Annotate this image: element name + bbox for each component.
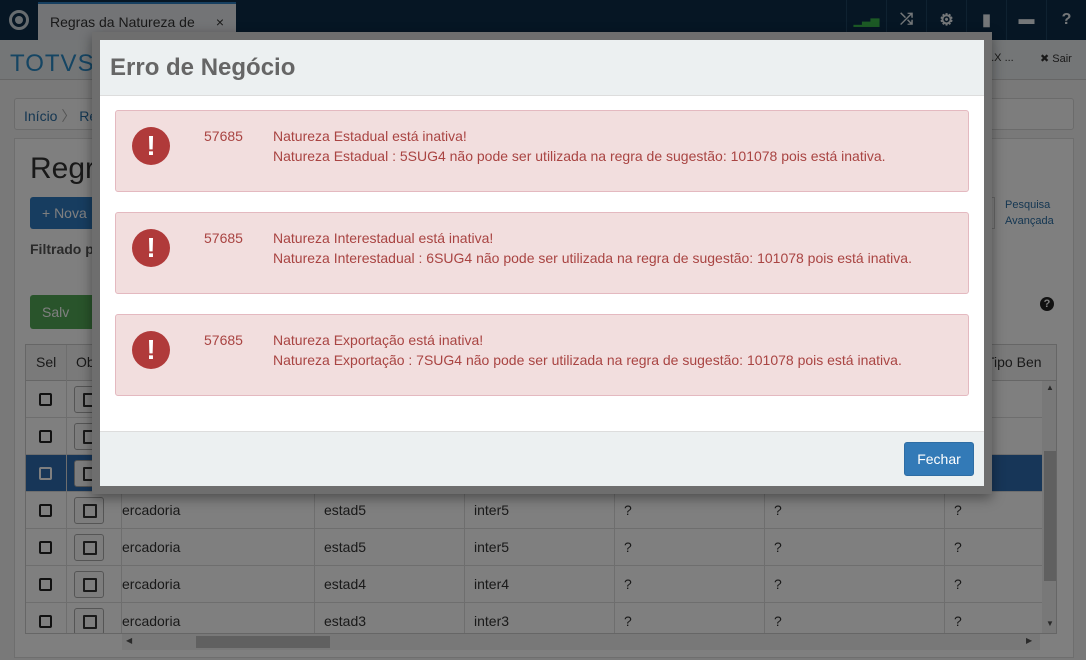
modal-title: Erro de Negócio bbox=[110, 54, 296, 81]
error-modal: Erro de Negócio ! 57685 Natureza Estadua… bbox=[92, 32, 992, 494]
error-detail: Natureza Exportação : 7SUG4 não pode ser… bbox=[273, 352, 902, 368]
modal-header: Erro de Negócio bbox=[100, 40, 984, 96]
error-code: 57685 bbox=[204, 230, 243, 246]
modal-footer: Fechar bbox=[100, 431, 984, 486]
error-title: Natureza Interestadual está inativa! bbox=[273, 230, 494, 246]
exclamation-icon: ! bbox=[132, 229, 170, 267]
error-code: 57685 bbox=[204, 332, 243, 348]
error-title: Natureza Exportação está inativa! bbox=[273, 332, 484, 348]
close-button[interactable]: Fechar bbox=[904, 442, 974, 476]
exclamation-icon: ! bbox=[132, 127, 170, 165]
error-title: Natureza Estadual está inativa! bbox=[273, 128, 467, 144]
error-detail: Natureza Estadual : 5SUG4 não pode ser u… bbox=[273, 148, 886, 164]
modal-content: Erro de Negócio ! 57685 Natureza Estadua… bbox=[100, 40, 984, 486]
error-alert: ! 57685 Natureza Estadual está inativa! … bbox=[115, 110, 969, 192]
error-code: 57685 bbox=[204, 128, 243, 144]
exclamation-icon: ! bbox=[132, 331, 170, 369]
error-alert: ! 57685 Natureza Exportação está inativa… bbox=[115, 314, 969, 396]
error-detail: Natureza Interestadual : 6SUG4 não pode … bbox=[273, 250, 912, 266]
error-alert: ! 57685 Natureza Interestadual está inat… bbox=[115, 212, 969, 294]
